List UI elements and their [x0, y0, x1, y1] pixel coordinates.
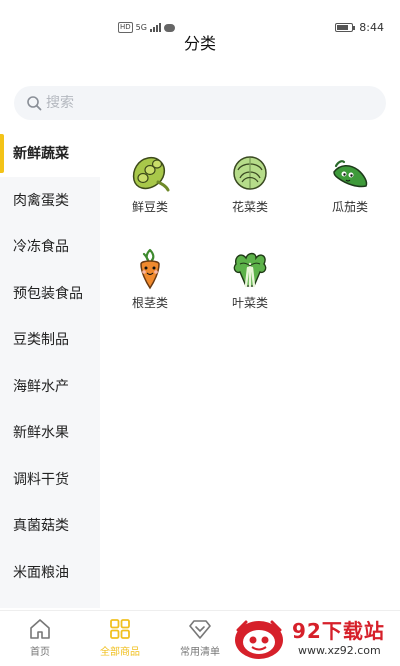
- sidebar-item-label: 新鲜水果: [13, 425, 69, 442]
- subcategory-label: 鲜豆类: [131, 200, 168, 214]
- category-sidebar: 新鲜蔬菜 肉禽蛋类 冷冻食品 预包装食品 豆类制品 海鲜水产 新鲜水果 调料干货…: [0, 130, 100, 608]
- sidebar-item-frozen-food[interactable]: 冷冻食品: [0, 223, 100, 270]
- grid-icon: [110, 619, 130, 639]
- sidebar-item-fresh-vegetables[interactable]: 新鲜蔬菜: [0, 130, 100, 177]
- watermark-logo-icon: [235, 620, 283, 659]
- watermark-url: www.xz92.com: [298, 644, 381, 657]
- sidebar-item-label: 冷冻食品: [13, 239, 69, 256]
- subcategory-melon-eggplant[interactable]: 瓜茄类: [300, 140, 400, 236]
- tab-all-products[interactable]: 全部商品: [85, 617, 155, 658]
- cabbage-icon: [233, 156, 267, 190]
- sidebar-item-fresh-fruit[interactable]: 新鲜水果: [0, 409, 100, 456]
- sidebar-item-label: 海鲜水产: [13, 378, 69, 395]
- sidebar-item-seasonings[interactable]: 调料干货: [0, 456, 100, 503]
- edamame-icon: [132, 156, 170, 192]
- watermark: 92下载站 www.xz92.com: [232, 612, 400, 666]
- subcategory-root-vegetables[interactable]: 根茎类: [100, 236, 200, 332]
- sidebar-item-meat-poultry-eggs[interactable]: 肉禽蛋类: [0, 177, 100, 224]
- subcategory-label: 叶菜类: [231, 296, 268, 310]
- sidebar-item-label: 豆类制品: [13, 332, 69, 349]
- tab-label: 首页: [30, 647, 50, 658]
- subcategory-label: 根茎类: [131, 296, 168, 310]
- search-icon: [27, 96, 42, 111]
- tab-home[interactable]: 首页: [5, 617, 75, 658]
- subcategory-cauliflower-cabbage[interactable]: 花菜类: [200, 140, 300, 236]
- search-input[interactable]: [46, 95, 346, 111]
- sidebar-item-label: 真菌菇类: [13, 518, 69, 535]
- carrot-icon: [140, 248, 160, 290]
- sidebar-item-label: 新鲜蔬菜: [13, 146, 69, 163]
- diamond-icon: [189, 620, 211, 639]
- tab-label: 常用清单: [180, 647, 220, 658]
- page-title: 分类: [183, 34, 216, 53]
- subcategory-fresh-beans[interactable]: 鲜豆类: [100, 140, 200, 236]
- sidebar-item-soy-products[interactable]: 豆类制品: [0, 316, 100, 363]
- tab-frequent-list[interactable]: 常用清单: [165, 617, 235, 658]
- subcategory-label: 花菜类: [231, 200, 268, 214]
- sidebar-item-label: 米面粮油: [13, 564, 69, 581]
- subcategory-grid: 鲜豆类 花菜类 瓜茄类 根茎类 叶菜类: [100, 140, 400, 332]
- sidebar-item-seafood[interactable]: 海鲜水产: [0, 363, 100, 410]
- tab-label: 全部商品: [100, 647, 140, 658]
- sidebar-item-label: 调料干货: [13, 471, 69, 488]
- pea-pod-icon: [333, 160, 368, 188]
- search-bar[interactable]: [14, 86, 386, 120]
- sidebar-item-mushrooms[interactable]: 真菌菇类: [0, 502, 100, 549]
- sidebar-item-packaged-food[interactable]: 预包装食品: [0, 270, 100, 317]
- leafy-greens-icon: [233, 252, 267, 288]
- sidebar-item-label: 预包装食品: [13, 285, 83, 302]
- home-icon: [30, 619, 50, 639]
- sidebar-item-label: 肉禽蛋类: [13, 192, 69, 209]
- subcategory-label: 瓜茄类: [331, 200, 368, 214]
- subcategory-leafy-greens[interactable]: 叶菜类: [200, 236, 300, 332]
- status-bar: HD 5G 8:44: [0, 0, 400, 34]
- sidebar-item-rice-flour-oil[interactable]: 米面粮油: [0, 549, 100, 596]
- watermark-title: 92下载站: [292, 619, 385, 643]
